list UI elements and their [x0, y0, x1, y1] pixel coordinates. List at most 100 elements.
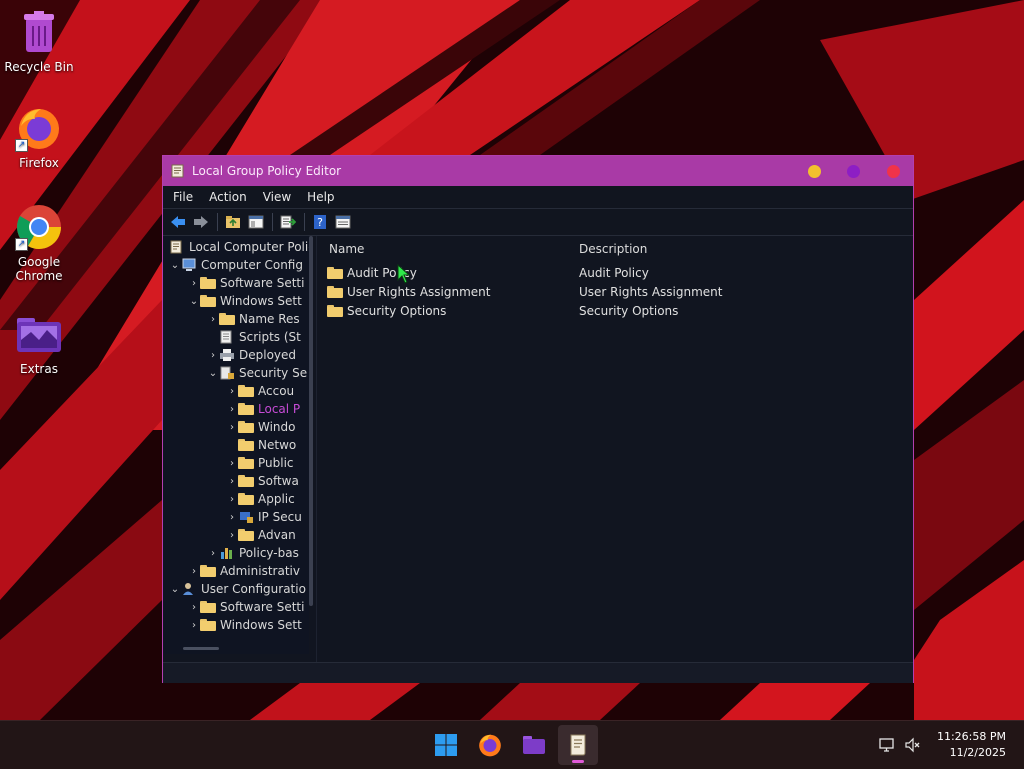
chevron-right-icon[interactable]: ›: [188, 616, 200, 634]
desktop-icon-recycle-bin[interactable]: Recycle Bin: [1, 8, 77, 74]
script-icon: [219, 330, 235, 344]
column-header-name[interactable]: Name: [329, 242, 364, 256]
forward-arrow-icon[interactable]: [190, 212, 212, 232]
taskbar-firefox[interactable]: [470, 725, 510, 765]
tree-item-security-settings[interactable]: ⌄ Security Se: [207, 364, 307, 382]
chevron-right-icon[interactable]: ›: [207, 346, 219, 364]
tree-horizontal-scrollbar[interactable]: [183, 647, 219, 650]
toolbar-separator: [217, 213, 218, 231]
chevron-right-icon[interactable]: ›: [188, 274, 200, 292]
tree-item-ip-security[interactable]: › IP Secu: [226, 508, 302, 526]
window-titlebar[interactable]: Local Group Policy Editor: [163, 156, 913, 186]
tree-item-software-settings[interactable]: › Software Setti: [188, 274, 304, 292]
chevron-right-icon[interactable]: ›: [226, 418, 238, 436]
tree-item-label: Software Setti: [220, 276, 305, 290]
volume-muted-icon[interactable]: [904, 737, 922, 753]
tree-item-label: Local P: [258, 402, 301, 416]
chevron-right-icon[interactable]: ›: [226, 400, 238, 418]
list-item-name: User Rights Assignment: [347, 284, 491, 299]
chevron-right-icon[interactable]: ›: [226, 472, 238, 490]
tree-item-windows-settings[interactable]: ⌄ Windows Sett: [188, 292, 302, 310]
list-item-description: Audit Policy: [579, 266, 649, 280]
tree-item-advanced-audit[interactable]: › Advan: [226, 526, 296, 544]
maximize-button[interactable]: [847, 165, 860, 178]
tree-item-user-configuration[interactable]: ⌄ User Configuratio: [169, 580, 306, 598]
help-icon[interactable]: ?: [309, 212, 331, 232]
chevron-right-icon[interactable]: ›: [188, 598, 200, 616]
tree-item-account-policies[interactable]: › Accou: [226, 382, 294, 400]
chevron-down-icon[interactable]: ⌄: [169, 580, 181, 598]
taskbar-clock[interactable]: 11:26:58 PM 11/2/2025: [937, 729, 1006, 761]
tree-item-label: Software Setti: [220, 600, 305, 614]
tree-item-label: IP Secu: [258, 510, 302, 524]
tree-item-policy-based-qos[interactable]: › Policy-bas: [207, 544, 299, 562]
chevron-right-icon[interactable]: ›: [226, 382, 238, 400]
tree-item-windows-firewall[interactable]: › Windo: [226, 418, 296, 436]
status-bar: [163, 662, 913, 683]
menu-file[interactable]: File: [165, 186, 201, 208]
list-item[interactable]: Security Options: [327, 301, 446, 320]
tree-item-deployed-printers[interactable]: › Deployed: [207, 346, 296, 364]
tree-item-name-resolution[interactable]: › Name Res: [207, 310, 300, 328]
clock-time: 11:26:58 PM: [936, 730, 1006, 743]
tree-item-scripts[interactable]: Scripts (St: [207, 328, 301, 346]
chevron-down-icon[interactable]: ⌄: [207, 364, 219, 382]
chevron-down-icon[interactable]: ⌄: [188, 292, 200, 310]
folder-icon: [200, 277, 216, 289]
properties-icon[interactable]: [332, 212, 354, 232]
tree-item-application-control[interactable]: › Applic: [226, 490, 295, 508]
desktop-icon-extras[interactable]: Extras: [1, 310, 77, 376]
tree-item-public-key[interactable]: › Public: [226, 454, 294, 472]
menu-view[interactable]: View: [255, 186, 299, 208]
taskbar-file-explorer[interactable]: [514, 725, 554, 765]
chevron-right-icon[interactable]: ›: [207, 544, 219, 562]
tree-item-network-list[interactable]: Netwo: [226, 436, 296, 454]
menu-action[interactable]: Action: [201, 186, 255, 208]
folder-icon: [200, 565, 216, 577]
desktop-icon-label: Extras: [20, 362, 58, 376]
tree-item-administrative-templates[interactable]: › Administrativ: [188, 562, 300, 580]
folder-icon: [200, 295, 216, 307]
policy-document-icon: [169, 240, 185, 254]
tree-item-computer-configuration[interactable]: ⌄ Computer Config: [169, 256, 303, 274]
tree-pane[interactable]: Local Computer Polic ⌄ Computer Config ›…: [163, 236, 309, 654]
chevron-right-icon[interactable]: ›: [226, 508, 238, 526]
chevron-down-icon[interactable]: ⌄: [169, 256, 181, 274]
chevron-right-icon[interactable]: ›: [188, 562, 200, 580]
tree-item-label: Administrativ: [220, 564, 300, 578]
start-button[interactable]: [426, 725, 466, 765]
chevron-right-icon[interactable]: ›: [226, 454, 238, 472]
back-arrow-icon[interactable]: [167, 212, 189, 232]
folder-icon: [219, 313, 235, 325]
tree-item-label: Scripts (St: [239, 330, 301, 344]
tree-item-local-policies[interactable]: › Local P: [226, 400, 300, 418]
menu-help[interactable]: Help: [299, 186, 342, 208]
tree-item-label: Advan: [258, 528, 296, 542]
tree-vertical-scrollbar[interactable]: [309, 236, 313, 606]
tree-item-user-software-settings[interactable]: › Software Setti: [188, 598, 304, 616]
minimize-button[interactable]: [808, 165, 821, 178]
list-item[interactable]: User Rights Assignment: [327, 282, 490, 301]
ip-security-icon: [238, 510, 254, 524]
desktop-icon-firefox[interactable]: ↗ Firefox: [1, 104, 77, 170]
tree-item-software-restriction[interactable]: › Softwa: [226, 472, 299, 490]
chevron-right-icon[interactable]: ›: [207, 310, 219, 328]
chevron-right-icon[interactable]: ›: [226, 490, 238, 508]
close-button[interactable]: [887, 165, 900, 178]
column-header-description[interactable]: Description: [579, 242, 647, 256]
tree-item-local-computer-policy[interactable]: Local Computer Polic: [169, 238, 309, 256]
computer-icon: [181, 258, 197, 272]
mouse-cursor-icon: [397, 264, 411, 284]
network-icon[interactable]: [878, 737, 896, 753]
taskbar-group-policy[interactable]: [558, 725, 598, 765]
shortcut-arrow-icon: ↗: [15, 238, 28, 251]
tree-item-user-windows-settings[interactable]: › Windows Sett: [188, 616, 302, 634]
tree-item-label: Applic: [258, 492, 295, 506]
group-policy-icon: [570, 734, 586, 756]
show-hide-tree-icon[interactable]: [245, 212, 267, 232]
chevron-right-icon[interactable]: ›: [226, 526, 238, 544]
export-list-icon[interactable]: [277, 212, 299, 232]
content-area: Local Computer Polic ⌄ Computer Config ›…: [163, 236, 913, 662]
desktop-icon-chrome[interactable]: ↗ Google Chrome: [1, 203, 77, 283]
up-folder-icon[interactable]: [222, 212, 244, 232]
